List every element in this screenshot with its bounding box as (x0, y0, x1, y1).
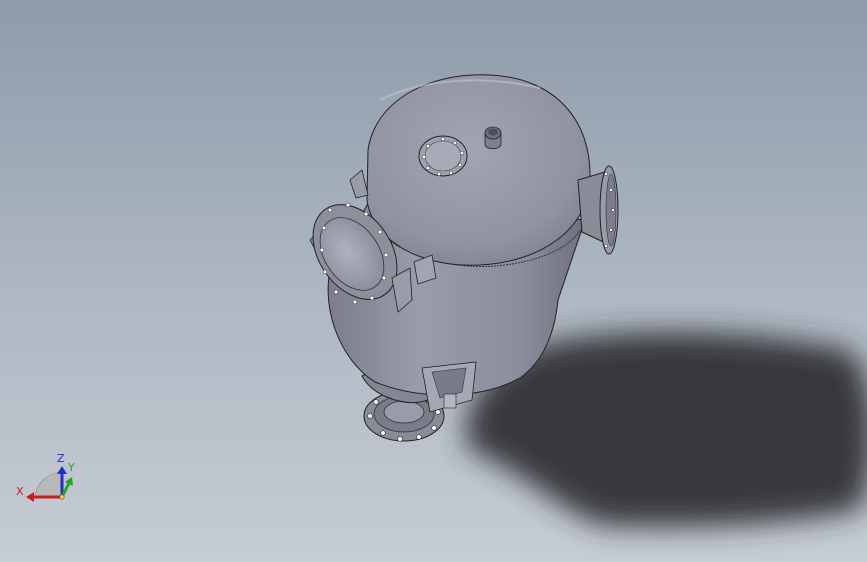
triad-base (34, 471, 63, 498)
x-axis-label: X (16, 485, 24, 498)
support-lug-left (349, 169, 369, 199)
top-nozzle (484, 126, 502, 150)
support-lug-bottom (421, 361, 477, 413)
z-axis-label: Z (57, 452, 65, 465)
top-dome (366, 74, 591, 266)
y-axis-label: Y (67, 461, 75, 474)
side-nozzle-right (577, 165, 619, 255)
orientation-triad[interactable]: X Z Y (16, 452, 75, 502)
top-manway (418, 135, 468, 177)
3d-viewport[interactable]: X Z Y (0, 0, 867, 562)
